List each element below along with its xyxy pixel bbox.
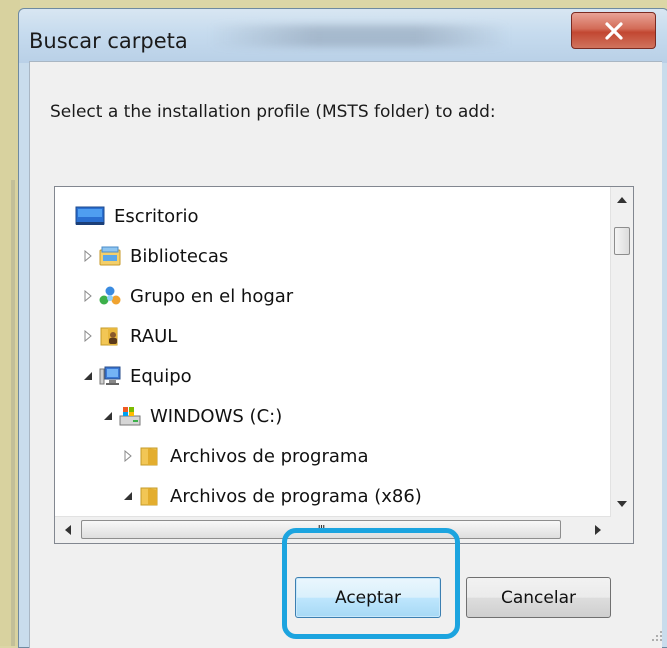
close-button[interactable]	[571, 12, 656, 49]
vertical-scroll-thumb[interactable]	[614, 227, 630, 255]
desktop-icon	[75, 205, 105, 227]
scrollbar-corner	[610, 517, 633, 543]
background-window-edge	[0, 0, 20, 646]
tree-item-raul[interactable]: RAUL	[81, 316, 177, 356]
tree-item-windows-c[interactable]: WINDOWS (C:)	[101, 396, 282, 436]
scroll-right-button[interactable]	[585, 517, 611, 543]
accept-button[interactable]: Aceptar	[295, 577, 441, 618]
tree-item-label: Grupo en el hogar	[130, 285, 294, 307]
collapse-arrow-icon[interactable]	[81, 369, 95, 383]
tree-item-bibliotecas[interactable]: Bibliotecas	[81, 236, 228, 276]
homegroup-icon	[99, 285, 121, 307]
computer-icon	[99, 365, 121, 387]
resize-grip-icon[interactable]	[649, 628, 663, 642]
tree-item-archivos-programa-x86[interactable]: Archivos de programa (x86)	[121, 476, 422, 516]
tree-item-archivos-programa[interactable]: Archivos de programa	[121, 436, 368, 476]
libraries-icon	[99, 245, 121, 267]
expand-arrow-icon[interactable]	[121, 449, 135, 463]
collapse-arrow-icon[interactable]	[121, 489, 135, 503]
tree-item-label: WINDOWS (C:)	[150, 405, 283, 427]
folder-icon	[139, 445, 161, 467]
tree-item-label: Bibliotecas	[130, 245, 229, 267]
tree-item-label: RAUL	[130, 325, 178, 347]
folder-icon	[139, 485, 161, 507]
vertical-scrollbar[interactable]	[610, 187, 633, 517]
right-arrow-icon	[595, 525, 601, 535]
cancel-button[interactable]: Cancelar	[466, 577, 611, 618]
folder-tree[interactable]: Escritorio Bibliotecas Grupo en el hogar…	[54, 186, 634, 544]
dialog-prompt: Select a the installation profile (MSTS …	[50, 102, 496, 122]
tree-item-label: Archivos de programa	[170, 445, 369, 467]
tree-item-label: Archivos de programa (x86)	[170, 485, 422, 507]
tree-item-label: Equipo	[130, 365, 192, 387]
tree-item-label: Escritorio	[114, 205, 199, 227]
tree-item-escritorio[interactable]: Escritorio	[75, 196, 199, 236]
title-bar[interactable]: Buscar carpeta	[19, 9, 667, 63]
expand-arrow-icon[interactable]	[81, 329, 95, 343]
user-folder-icon	[99, 325, 121, 347]
scroll-left-button[interactable]	[55, 517, 81, 543]
collapse-arrow-icon[interactable]	[101, 409, 115, 423]
dialog-title: Buscar carpeta	[29, 29, 188, 53]
blurred-title-area	[209, 25, 509, 47]
scroll-down-button[interactable]	[611, 491, 633, 517]
close-icon	[604, 21, 623, 40]
expand-arrow-icon[interactable]	[81, 249, 95, 263]
scroll-up-button[interactable]	[611, 187, 633, 213]
up-arrow-icon	[617, 197, 627, 203]
expand-arrow-icon[interactable]	[81, 289, 95, 303]
tree-item-grupo-hogar[interactable]: Grupo en el hogar	[81, 276, 293, 316]
drive-icon	[119, 405, 141, 427]
down-arrow-icon	[617, 501, 627, 507]
tree-item-equipo[interactable]: Equipo	[81, 356, 192, 396]
left-arrow-icon	[65, 525, 71, 535]
